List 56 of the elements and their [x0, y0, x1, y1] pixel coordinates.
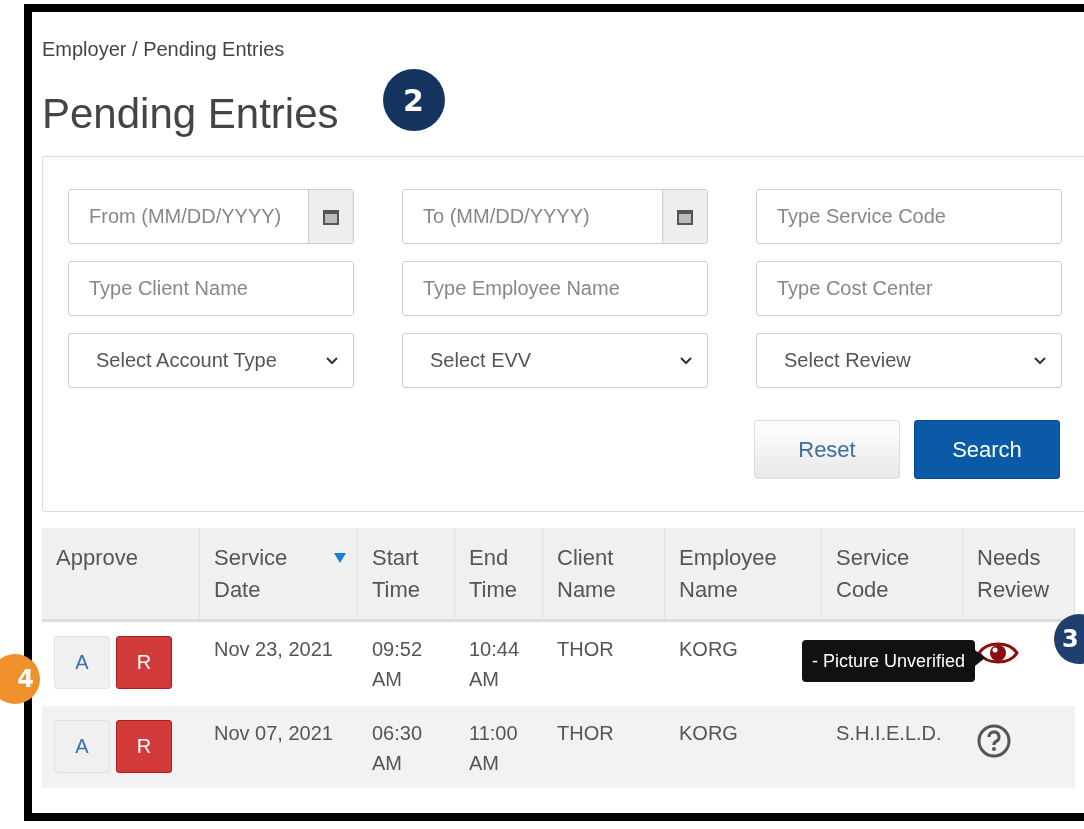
search-button[interactable]: Search [914, 420, 1060, 479]
table-cell: 09:52 AM [372, 638, 423, 690]
column-header[interactable]: End Time [455, 528, 543, 622]
reject-button[interactable]: R [116, 636, 172, 689]
table-cell: 11:00 AM [469, 722, 518, 774]
callout-badge: 4 [0, 654, 40, 704]
column-title: Needs Review [977, 544, 1051, 604]
column-header[interactable]: Client Name [543, 528, 665, 622]
tooltip: - Picture Unverified [801, 640, 975, 682]
tooltip-arrow [975, 650, 985, 666]
table-cell: 10:44 AM [469, 638, 520, 690]
approve-button[interactable]: A [54, 720, 110, 773]
column-header[interactable]: Needs Review [963, 528, 1075, 622]
column-title: Approve [56, 544, 138, 572]
text-field[interactable]: Type Employee Name [402, 261, 708, 316]
table-cell: Nov 23, 2021 [214, 638, 333, 660]
eye-icon[interactable] [977, 640, 1019, 666]
column-title: Employee Name [679, 544, 778, 604]
chevron-down-icon [1033, 355, 1047, 366]
table-cell: Nov 07, 2021 [214, 722, 333, 744]
column-header[interactable]: Start Time [358, 528, 455, 622]
column-title: Start Time [372, 544, 422, 604]
date-field[interactable]: From (MM/DD/YYYY) [68, 189, 354, 244]
text-field[interactable]: Type Cost Center [756, 261, 1062, 316]
dropdown[interactable]: Select EVV [402, 333, 708, 388]
question-icon[interactable] [977, 724, 1011, 758]
text-field[interactable]: Type Client Name [68, 261, 354, 316]
column-header[interactable]: Approve [42, 528, 200, 622]
breadcrumb: Employer / Pending Entries [42, 38, 286, 62]
table-cell: 06:30 AM [372, 722, 423, 774]
sort-arrow-icon[interactable] [333, 552, 347, 564]
column-title: End Time [469, 544, 519, 604]
column-title: Client Name [557, 544, 617, 604]
approve-button[interactable]: A [54, 636, 110, 689]
reset-button[interactable]: Reset [754, 420, 900, 479]
text-field[interactable]: Type Service Code [756, 189, 1062, 244]
calendar-icon[interactable] [676, 207, 694, 226]
table-cell: THOR [557, 722, 614, 744]
column-header[interactable]: Service Date [200, 528, 358, 622]
page-title: Pending Entries [42, 90, 339, 138]
table-cell: KORG [679, 722, 738, 744]
chevron-down-icon [679, 355, 693, 366]
calendar-icon[interactable] [322, 207, 340, 226]
table-cell: THOR [557, 638, 614, 660]
dropdown[interactable]: Select Account Type [68, 333, 354, 388]
table-cell: S.H.I.E.L.D. [836, 722, 942, 744]
column-header[interactable]: Employee Name [665, 528, 822, 622]
column-title: Service Date [214, 544, 289, 604]
dropdown[interactable]: Select Review [756, 333, 1062, 388]
column-title: Service Code [836, 544, 911, 604]
callout-badge: 2 [382, 69, 445, 131]
reject-button[interactable]: R [116, 720, 172, 773]
column-header[interactable]: Service Code [822, 528, 963, 622]
date-field[interactable]: To (MM/DD/YYYY) [402, 189, 708, 244]
table-cell: KORG [679, 638, 738, 660]
chevron-down-icon [325, 355, 339, 366]
